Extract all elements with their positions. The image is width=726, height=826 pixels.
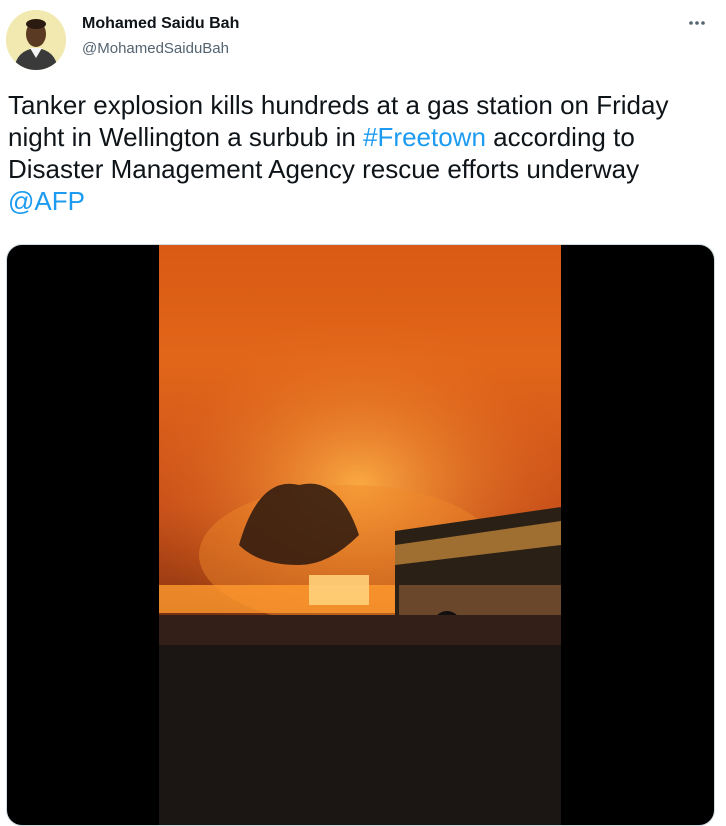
hashtag-link[interactable]: #Freetown [363,122,486,152]
author-handle[interactable]: @MohamedSaiduBah [82,40,229,57]
tweet-text: Tanker explosion kills hundreds at a gas… [8,89,708,217]
avatar[interactable] [6,10,66,70]
mention-link[interactable]: @AFP [8,186,85,216]
media-container[interactable] [6,244,715,826]
more-options-button[interactable] [684,10,710,36]
tweet-header: Mohamed Saidu Bah @MohamedSaiduBah [0,0,726,80]
profile-photo-icon [6,10,66,70]
video-thumbnail[interactable] [159,245,561,825]
fire-scene-icon [159,315,561,825]
author-name[interactable]: Mohamed Saidu Bah [82,15,239,33]
ellipsis-icon [689,21,705,25]
